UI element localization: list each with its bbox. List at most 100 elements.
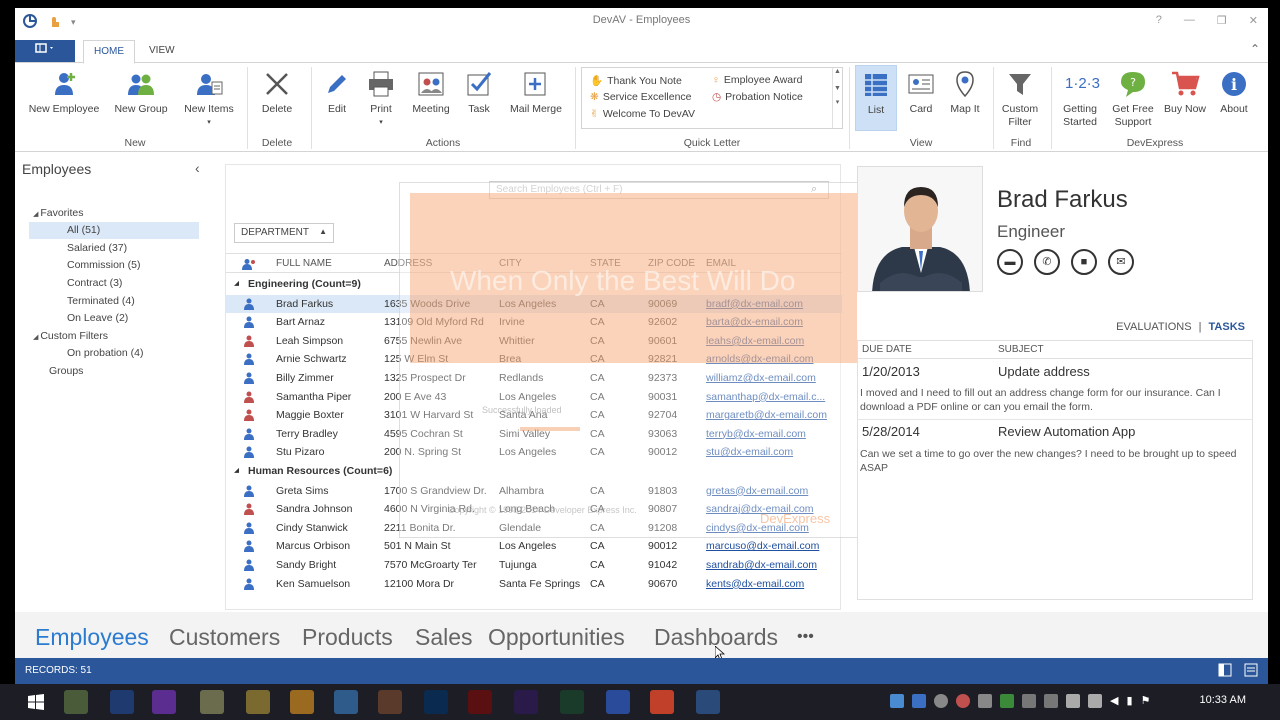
collapse-nav-icon[interactable]: ‹ — [195, 160, 200, 176]
call-button[interactable]: ✆ — [1034, 249, 1060, 275]
tree-favorites[interactable]: ◢ Favorites — [33, 205, 84, 222]
tree-item-commission[interactable]: Commission (5) — [67, 257, 141, 274]
edit-button[interactable]: Edit — [319, 69, 355, 116]
table-row[interactable]: Marcus Orbison 501 N Main St Los Angeles CA… — [226, 537, 842, 556]
mail-merge-button[interactable]: Mail Merge — [505, 69, 567, 116]
email-button[interactable]: ✉ — [1108, 249, 1134, 275]
powerpoint-taskbar-icon[interactable] — [650, 690, 674, 714]
print-button[interactable]: Print ▾ — [363, 69, 399, 129]
free-support-button[interactable]: ? Get Free Support — [1109, 69, 1157, 129]
person-icon — [244, 578, 254, 590]
table-row[interactable]: Sandy Bright 7570 McGroarty Ter Tujunga CA 9… — [226, 556, 842, 575]
after-effects-taskbar-icon[interactable] — [514, 690, 538, 714]
app-taskbar-icon[interactable] — [560, 690, 584, 714]
group-expand-icon[interactable]: ◢ — [234, 462, 239, 481]
explorer-taskbar-icon[interactable] — [200, 690, 224, 714]
tree-item-contract[interactable]: Contract (3) — [67, 275, 122, 292]
chrome-taskbar-icon[interactable] — [64, 690, 88, 714]
video-call-button[interactable]: ■ — [1071, 249, 1097, 275]
file-menu-button[interactable] — [15, 40, 75, 62]
tab-view[interactable]: VIEW — [139, 40, 185, 64]
visual-studio-taskbar-icon[interactable] — [152, 690, 176, 714]
tree-groups[interactable]: Groups — [49, 363, 83, 380]
meeting-button[interactable]: Meeting — [407, 69, 455, 116]
nav-opportunities[interactable]: Opportunities — [488, 624, 625, 651]
tray-icon[interactable] — [890, 694, 904, 708]
tray-icon[interactable] — [1044, 694, 1058, 708]
card-view-button[interactable]: Card — [903, 69, 939, 116]
delete-button[interactable]: Delete — [255, 69, 299, 116]
restore-icon[interactable]: ❐ — [1217, 14, 1227, 27]
tab-home[interactable]: HOME — [83, 40, 135, 64]
about-button[interactable]: i About — [1213, 69, 1255, 116]
app-taskbar-icon[interactable] — [378, 690, 402, 714]
tray-icon[interactable] — [934, 694, 948, 708]
task-button[interactable]: Task — [461, 69, 497, 116]
cell-email[interactable]: kents@dx-email.com — [706, 575, 838, 594]
tab-evaluations[interactable]: EVALUATIONS — [1116, 321, 1191, 333]
tree-item-on-leave[interactable]: On Leave (2) — [67, 310, 128, 327]
tray-icon[interactable] — [912, 694, 926, 708]
tray-icon[interactable] — [978, 694, 992, 708]
table-row[interactable]: Ken Samuelson 12100 Mora Dr Santa Fe Sprin… — [226, 575, 842, 594]
help-icon[interactable]: ? — [1156, 14, 1162, 27]
new-items-button[interactable]: New Items ▾ — [179, 69, 239, 129]
flag-icon[interactable]: ⚑ — [1141, 694, 1151, 708]
tray-icon[interactable] — [1000, 694, 1014, 708]
quick-letter-award[interactable]: ♀ Employee Award — [712, 74, 802, 86]
column-header-subject[interactable]: SUBJECT — [998, 344, 1044, 355]
cell-email[interactable]: sandrab@dx-email.com — [706, 556, 838, 575]
app-taskbar-icon[interactable] — [334, 690, 358, 714]
nav-sales[interactable]: Sales — [415, 624, 473, 651]
normal-view-icon[interactable] — [1218, 663, 1232, 680]
list-view-button[interactable]: List — [855, 65, 897, 131]
minimize-icon[interactable]: — — [1184, 14, 1195, 27]
group-by-department-chip[interactable]: DEPARTMENT ▲ — [234, 223, 334, 243]
app-taskbar-icon[interactable] — [606, 690, 630, 714]
tree-item-salaried[interactable]: Salaried (37) — [67, 240, 127, 257]
close-icon[interactable]: ✕ — [1249, 14, 1258, 27]
column-header-name[interactable]: FULL NAME — [276, 258, 332, 269]
tab-tasks[interactable]: TASKS — [1209, 321, 1245, 333]
nav-employees[interactable]: Employees — [35, 624, 149, 651]
reading-view-icon[interactable] — [1244, 663, 1258, 680]
nav-more-button[interactable]: ••• — [797, 628, 814, 646]
nav-customers[interactable]: Customers — [169, 624, 280, 651]
custom-filter-button[interactable]: Custom Filter — [999, 69, 1041, 129]
volume-icon[interactable]: ◀ — [1110, 694, 1118, 708]
app-taskbar-icon[interactable] — [246, 690, 270, 714]
award-icon: ♀ — [712, 74, 720, 86]
quick-letter-welcome[interactable]: ✌ Welcome To DevAV — [590, 108, 695, 120]
tree-item-on-probation[interactable]: On probation (4) — [67, 345, 143, 362]
tree-custom-filters[interactable]: ◢ Custom Filters — [33, 328, 108, 345]
getting-started-button[interactable]: 1·2·3 Getting Started — [1055, 69, 1105, 129]
tray-icon[interactable] — [956, 694, 970, 708]
quick-letter-probation[interactable]: ◷ Probation Notice — [712, 91, 803, 103]
network-icon[interactable]: ▮ — [1126, 694, 1132, 708]
column-header-due-date[interactable]: DUE DATE — [862, 344, 912, 355]
clock[interactable]: 10:33 AM — [1200, 694, 1246, 706]
quick-letter-thank-you[interactable]: ✋ Thank You Note — [590, 74, 682, 88]
app-taskbar-icon[interactable] — [290, 690, 314, 714]
collapse-ribbon-icon[interactable]: ⌃ — [1250, 42, 1260, 56]
message-button[interactable]: ▬ — [997, 249, 1023, 275]
tray-icon[interactable] — [1022, 694, 1036, 708]
group-expand-icon[interactable]: ◢ — [234, 275, 239, 294]
quick-letter-service[interactable]: ❋ Service Excellence — [590, 91, 692, 103]
new-employee-button[interactable]: New Employee — [25, 69, 103, 116]
tree-item-terminated[interactable]: Terminated (4) — [67, 293, 135, 310]
buy-now-button[interactable]: Buy Now — [1161, 69, 1209, 116]
tray-icon[interactable] — [1088, 694, 1102, 708]
gallery-scroll[interactable]: ▲ ▼ ▾ — [832, 68, 842, 128]
windows-start-icon[interactable] — [28, 694, 44, 713]
cell-email[interactable]: marcuso@dx-email.com — [706, 537, 838, 556]
tree-item-all[interactable]: All (51) — [29, 222, 199, 239]
map-it-button[interactable]: Map It — [945, 69, 985, 116]
new-group-button[interactable]: New Group — [109, 69, 173, 116]
tray-icon[interactable] — [1066, 694, 1080, 708]
photoshop-taskbar-icon[interactable] — [424, 690, 448, 714]
outlook-taskbar-icon[interactable] — [110, 690, 134, 714]
devav-taskbar-icon[interactable] — [696, 690, 720, 714]
acrobat-taskbar-icon[interactable] — [468, 690, 492, 714]
nav-products[interactable]: Products — [302, 624, 393, 651]
